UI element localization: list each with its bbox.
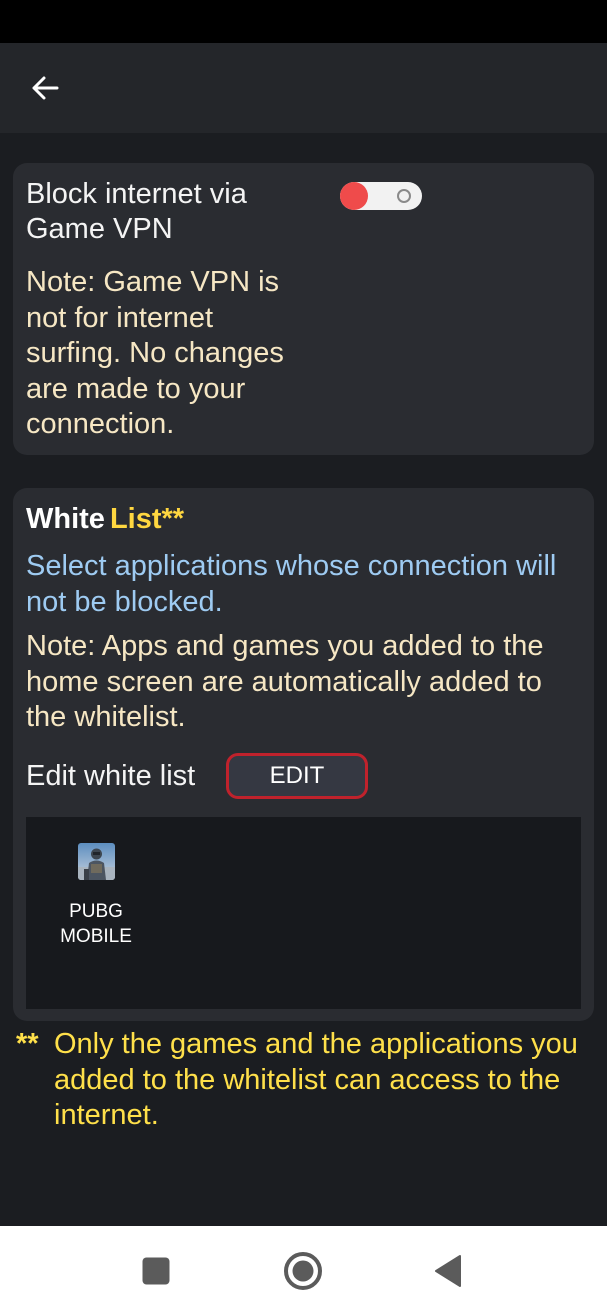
app-tile-pubg-mobile[interactable]: PUBG MOBILE <box>46 841 146 951</box>
settings-content: Block internet via Game VPN Note: Game V… <box>0 133 607 1226</box>
whitelist-title: White List** <box>26 502 184 537</box>
whitelist-card: White List** Select applications whose co… <box>13 488 594 1021</box>
edit-whitelist-button[interactable]: EDIT <box>226 753 368 799</box>
whitelist-description: Select applications whose connection wil… <box>26 550 557 618</box>
back-triangle-icon[interactable] <box>423 1246 473 1296</box>
whitelist-app-grid: PUBG MOBILE <box>26 817 581 1009</box>
whitelist-note: Note: Apps and games you added to the ho… <box>26 630 544 733</box>
back-arrow-icon[interactable] <box>22 65 68 111</box>
pubg-mobile-icon <box>78 843 115 880</box>
vpn-block-title: Block internet via Game VPN <box>26 178 247 245</box>
status-bar <box>0 0 607 43</box>
vpn-block-toggle[interactable] <box>340 182 422 210</box>
footnote-text: Only the games and the applications you … <box>54 1028 578 1131</box>
vpn-note: Note: Game VPN is not for internet surfi… <box>26 266 284 440</box>
home-circle-icon[interactable] <box>278 1246 328 1296</box>
system-nav-bar <box>0 1226 607 1316</box>
whitelist-title-white: White <box>26 503 105 535</box>
app-name: PUBG MOBILE <box>60 901 132 947</box>
recents-square-icon[interactable] <box>131 1246 181 1296</box>
app-bar <box>0 43 607 133</box>
footnote-stars: ** <box>16 1028 39 1060</box>
toggle-knob <box>340 182 368 210</box>
edit-whitelist-label: Edit white list <box>26 760 196 792</box>
whitelist-title-list: List** <box>109 503 185 535</box>
toggle-off-ring-icon <box>397 189 411 203</box>
vpn-block-card: Block internet via Game VPN Note: Game V… <box>13 163 594 455</box>
